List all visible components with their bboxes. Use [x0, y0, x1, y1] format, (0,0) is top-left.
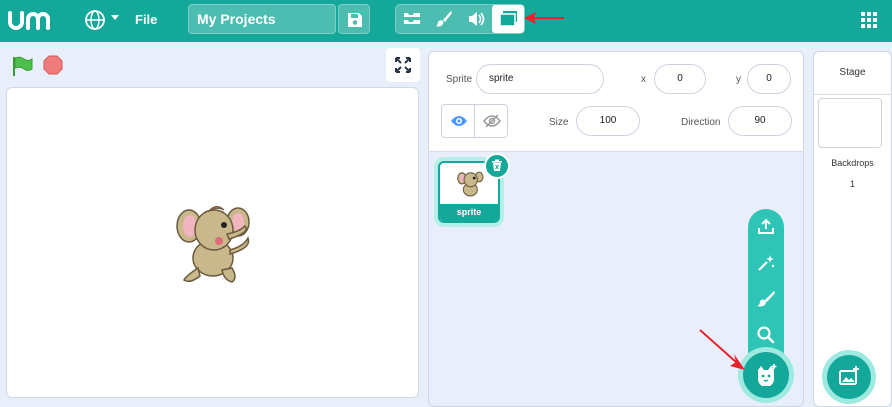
search-icon — [757, 326, 775, 344]
stop-icon[interactable] — [43, 55, 63, 75]
direction-label: Direction — [681, 117, 721, 128]
choose-backdrop-icon — [839, 366, 859, 385]
hide-eye-icon — [483, 114, 501, 128]
show-button[interactable] — [441, 104, 475, 138]
paint-icon — [757, 291, 775, 307]
stage-tab-icon — [499, 11, 517, 27]
tab-code[interactable] — [396, 5, 428, 33]
size-label: Size — [549, 117, 569, 128]
hide-button[interactable] — [474, 104, 508, 138]
stage-panel: Stage Backdrops 1 — [813, 51, 892, 407]
annotation-arrow-tab — [524, 12, 564, 24]
save-button[interactable] — [338, 4, 370, 34]
y-label: y — [736, 74, 741, 85]
tab-costumes[interactable] — [428, 5, 460, 33]
annotation-arrow-sprite — [699, 329, 745, 370]
sprite-thumb-label: sprite — [440, 204, 498, 221]
elephant-sprite[interactable] — [172, 198, 252, 286]
stage-title: Stage — [814, 52, 891, 95]
stage-thumbnail[interactable] — [818, 98, 882, 148]
sprite-thumb-image — [457, 171, 484, 197]
top-menubar: File My Projects — [0, 0, 892, 42]
show-eye-icon — [451, 116, 467, 126]
grid-icon[interactable] — [861, 12, 877, 28]
chevron-down-icon[interactable] — [110, 14, 120, 22]
costume-tab-icon — [436, 11, 452, 27]
save-icon — [348, 13, 362, 27]
logo-icon[interactable] — [8, 9, 64, 31]
y-field[interactable]: 0 — [747, 64, 791, 94]
sprite-name-label: Sprite — [446, 74, 473, 85]
delete-icon — [492, 159, 502, 171]
project-title-input[interactable]: My Projects — [188, 4, 336, 34]
file-menu[interactable]: File — [135, 12, 157, 27]
surprise-icon — [758, 255, 775, 271]
code-tab-icon — [404, 13, 420, 24]
fullscreen-icon — [395, 57, 411, 73]
backdrops-count: 1 — [849, 179, 855, 189]
editor-tabs — [395, 4, 525, 34]
direction-field[interactable]: 90 — [728, 106, 792, 136]
tab-sounds[interactable] — [460, 5, 492, 33]
x-label: x — [641, 74, 646, 85]
stage-canvas[interactable] — [6, 87, 419, 398]
globe-icon[interactable] — [84, 9, 106, 31]
size-field[interactable]: 100 — [576, 106, 640, 136]
sprite-name-field[interactable]: sprite — [476, 64, 604, 94]
x-field[interactable]: 0 — [654, 64, 706, 94]
green-flag-icon[interactable] — [11, 55, 33, 77]
add-sprite-menu — [748, 209, 784, 369]
upload-icon — [758, 218, 774, 234]
delete-sprite-button[interactable] — [484, 153, 510, 179]
choose-sprite-button[interactable] — [743, 352, 789, 398]
choose-sprite-icon — [758, 364, 777, 386]
choose-backdrop-button[interactable] — [827, 355, 871, 399]
search-sprite-button[interactable] — [756, 325, 776, 345]
backdrops-label: Backdrops — [831, 158, 874, 168]
sound-tab-icon — [469, 12, 485, 26]
sprite-info: Sprite sprite x 0 y 0 Size 100 Direction… — [429, 52, 803, 152]
surprise-button[interactable] — [756, 253, 776, 273]
upload-sprite-button[interactable] — [756, 217, 776, 237]
fullscreen-button[interactable] — [386, 48, 420, 82]
tab-stage[interactable] — [492, 5, 524, 33]
paint-button[interactable] — [756, 289, 776, 309]
